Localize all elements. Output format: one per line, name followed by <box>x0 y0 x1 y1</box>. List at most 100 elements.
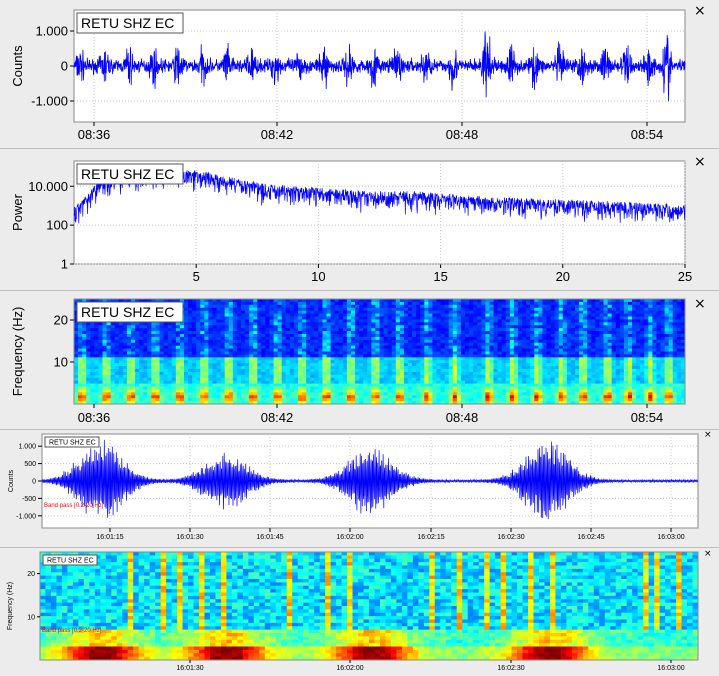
spectrogram-cell <box>570 395 576 399</box>
spectrogram-cell <box>436 386 441 390</box>
spectrogram-cell <box>509 328 515 332</box>
spectrogram-cell <box>228 383 234 387</box>
spectrogram-cell <box>627 392 633 396</box>
spectrogram-cell <box>355 398 360 402</box>
spectrogram-cell <box>261 345 266 349</box>
spectrogram-cell <box>302 398 307 402</box>
spectrogram-cell <box>403 310 409 314</box>
spectrogram-cell <box>546 360 551 364</box>
spectrogram-cell <box>570 374 576 379</box>
spectrogram-cell <box>607 322 613 326</box>
spectrogram-cell <box>346 383 352 387</box>
spectrogram-cell <box>86 339 91 344</box>
spectrogram-cell <box>314 328 319 332</box>
spectrogram-cell <box>204 348 209 352</box>
spectrogram-cell <box>139 369 144 373</box>
close-icon[interactable]: × <box>694 4 706 18</box>
spectrogram-cell <box>387 310 393 314</box>
spectrogram-cell <box>375 357 380 361</box>
spectrogram-cell <box>236 307 242 312</box>
spectrogram-cell <box>151 374 156 379</box>
spectrogram-cell <box>570 336 576 341</box>
spectrogram-cell <box>285 383 291 387</box>
spectrogram-cell <box>497 322 503 326</box>
spectrogram-cell <box>436 342 441 347</box>
spectrogram-cell <box>175 371 181 376</box>
spectrogram-cell <box>473 386 478 390</box>
spectrogram-cell <box>522 334 527 338</box>
spectrogram-cell <box>131 325 136 329</box>
y-axis-label: Counts <box>10 45 25 87</box>
spectrogram-cell <box>526 357 531 361</box>
spectrogram-cell <box>273 304 279 309</box>
spectrogram-cell <box>342 316 348 320</box>
spectrogram-cell <box>627 307 633 312</box>
spectrogram-cell <box>122 336 128 341</box>
spectrogram-cell <box>155 386 160 390</box>
spectrogram-cell <box>281 366 287 370</box>
spectrogram-cell <box>314 395 319 399</box>
spectrogram-cell <box>440 389 446 393</box>
spectrogram-cell <box>118 374 124 379</box>
spectrogram-cell <box>204 313 209 317</box>
spectrogram-cell <box>200 371 205 376</box>
spectrogram-cell <box>367 392 372 396</box>
spectrogram-cell <box>448 366 454 370</box>
spectrogram-cell <box>420 325 425 329</box>
y-tick-label: 100 <box>46 218 68 233</box>
spectrogram-cell <box>363 301 368 306</box>
spectrogram-cell <box>363 342 368 347</box>
spectrogram-cell <box>570 369 576 373</box>
spectrogram-cell <box>236 351 242 355</box>
spectrogram-cell <box>318 348 323 352</box>
spectrogram-cell <box>302 366 307 370</box>
spectrogram-cell <box>501 322 507 326</box>
spectrogram-cell <box>473 301 478 306</box>
spectrogram-cell <box>509 398 515 402</box>
spectrogram-cell <box>489 383 494 387</box>
spectrogram-cell <box>289 369 295 373</box>
spectrogram-cell <box>318 328 323 332</box>
spectrogram-cell <box>74 325 79 329</box>
spectrogram-cell <box>314 313 319 317</box>
spectrogram-cell <box>408 369 413 373</box>
spectrogram-cell <box>375 374 380 379</box>
spectrogram-cell <box>277 377 283 382</box>
spectrogram-cell <box>163 380 169 384</box>
spectrogram-cell <box>212 395 217 399</box>
spectrogram-cell <box>159 369 165 373</box>
spectrogram-cell <box>403 331 409 335</box>
spectrogram-cell <box>554 339 560 344</box>
spectrogram-cell <box>355 339 360 344</box>
spectrogram-cell <box>346 307 352 312</box>
spectrogram-cell <box>440 342 446 347</box>
spectrogram-cell <box>131 348 136 352</box>
spectrogram-cell <box>448 354 454 358</box>
spectrogram-cell <box>489 377 494 382</box>
spectrogram-cell <box>118 363 124 367</box>
spectrogram-cell <box>90 336 95 341</box>
spectrogram-cell <box>412 363 417 367</box>
spectrogram-cell <box>432 334 437 338</box>
spectrogram-cell <box>208 354 213 358</box>
spectrogram-cell <box>310 351 315 355</box>
spectrogram-cell <box>196 371 201 376</box>
close-icon[interactable]: × <box>694 155 706 169</box>
spectrogram-cell <box>440 371 446 376</box>
spectrogram-cell <box>587 313 592 317</box>
spectrogram-cell <box>599 386 604 390</box>
spectrogram-cell <box>346 316 352 320</box>
spectrogram-cell <box>310 339 315 344</box>
power-spectrum-panel: 5 10 15 20 25 10.000 100 1 Power RETU SHZ EC × <box>0 149 719 291</box>
spectrogram-cell <box>611 328 617 332</box>
spectrogram-cell <box>452 371 458 376</box>
spectrogram-cell <box>236 328 242 332</box>
spectrogram-cell <box>509 336 515 341</box>
spectrogram-cell <box>611 331 617 335</box>
spectrogram-cell <box>579 363 584 367</box>
spectrogram-cell <box>395 398 401 402</box>
spectrogram-cell <box>452 389 458 393</box>
spectrogram-cell <box>306 334 311 338</box>
spectrogram-cell <box>509 319 515 323</box>
spectrogram-cell <box>359 392 364 396</box>
